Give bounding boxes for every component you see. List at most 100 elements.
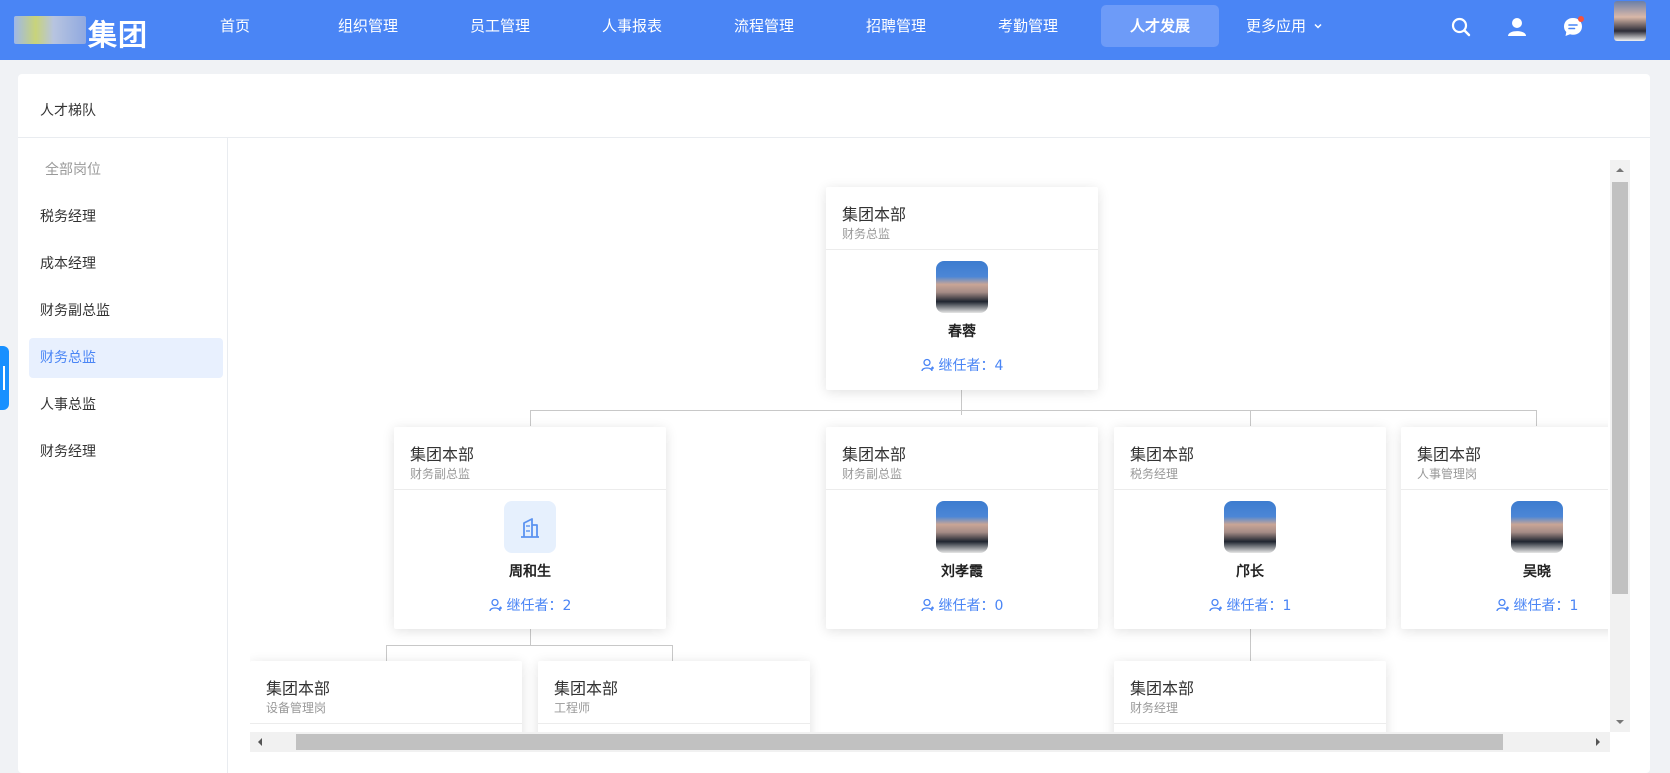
card-avatar [1224,501,1276,553]
sidebar-item-finance-manager[interactable]: 财务经理 [29,432,223,472]
building-icon [521,518,539,538]
card-dept: 集团本部 [266,679,331,698]
search-icon[interactable] [1450,16,1472,38]
successor-icon [1208,598,1222,612]
card-dept: 集团本部 [410,445,475,464]
card-post: 工程师 [554,701,591,715]
card-dept: 集团本部 [842,445,907,464]
org-card-engineer[interactable]: 集团本部 工程师 [538,661,810,732]
sidebar-item-finance-director[interactable]: 财务总监 [29,338,223,378]
successor-count[interactable]: 继任者：1 [1401,595,1608,615]
connector-line [1536,410,1537,426]
card-post: 财务经理 [1130,701,1179,715]
org-card-deputy-1[interactable]: 集团本部 财务副总监 周和生 继任者：2 [394,427,666,629]
card-name: 周和生 [509,564,551,580]
nav-org-management[interactable]: 组织管理 [328,0,408,52]
card-divider [1114,489,1386,490]
card-avatar [936,261,988,313]
successor-text: 继任者：1 [1226,598,1292,614]
card-post: 财务副总监 [410,467,471,481]
card-post: 财务副总监 [842,467,903,481]
card-avatar [504,501,556,553]
nav-more-apps-label: 更多应用 [1246,17,1307,35]
card-name: 刘孝霞 [941,564,983,580]
sidebar-item-deputy-finance-director[interactable]: 财务副总监 [29,291,223,331]
org-chart: 集团本部 财务总监 春蓉 继任者：4 集团本部 财务副总监 周和生 继任者：2 … [250,160,1608,732]
card-avatar [936,501,988,553]
card-divider [1114,723,1386,724]
logo[interactable]: 集团 [14,14,150,52]
nav-hr-reports[interactable]: 人事报表 [592,0,672,52]
successor-count[interactable]: 继任者：2 [394,595,666,615]
connector-line [530,629,531,645]
org-card-root[interactable]: 集团本部 财务总监 春蓉 继任者：4 [826,187,1098,390]
org-card-finance-manager[interactable]: 集团本部 财务经理 [1114,661,1386,732]
card-post: 税务经理 [1130,467,1179,481]
card-post: 人事管理岗 [1417,467,1478,481]
card-divider [250,723,522,724]
sidebar-collapse-handle[interactable] [0,346,9,410]
successor-count[interactable]: 继任者：1 [1114,595,1386,615]
avatar[interactable] [1614,1,1646,41]
card-dept: 集团本部 [1130,445,1195,464]
org-card-tax-manager[interactable]: 集团本部 税务经理 邝长 继任者：1 [1114,427,1386,629]
card-name: 春蓉 [948,324,976,340]
scroll-up-icon[interactable] [1610,160,1630,180]
logo-image [14,16,86,44]
card-dept: 集团本部 [842,205,907,224]
horizontal-scroll-thumb[interactable] [296,734,1503,750]
user-icon[interactable] [1506,16,1528,38]
scroll-right-icon[interactable] [1588,732,1608,752]
org-card-hr-post[interactable]: 集团本部 人事管理岗 吴晓 继任者：1 [1401,427,1608,629]
nav-home[interactable]: 首页 [200,0,270,52]
successor-text: 继任者：2 [506,598,572,614]
sidebar-item-all-positions[interactable]: 全部岗位 [29,150,223,190]
successor-count[interactable]: 继任者：4 [826,355,1098,375]
scroll-down-icon[interactable] [1610,712,1630,732]
card-divider [826,249,1098,250]
successor-text: 继任者：4 [938,358,1004,374]
connector-line [1250,629,1251,661]
horizontal-scrollbar[interactable] [250,732,1610,752]
header-divider [18,137,1650,138]
connector-line [386,645,387,661]
connector-line [530,410,1537,411]
successor-text: 继任者：1 [1513,598,1579,614]
successor-icon [920,358,934,372]
sidebar-item-tax-manager[interactable]: 税务经理 [29,197,223,237]
vertical-scrollbar[interactable] [1610,160,1630,732]
nav-attendance[interactable]: 考勤管理 [988,0,1068,52]
sidebar-item-cost-manager[interactable]: 成本经理 [29,244,223,284]
message-icon[interactable] [1562,16,1584,38]
logo-text: 集团 [88,18,149,52]
connector-line [530,410,531,426]
card-post: 设备管理岗 [266,701,327,715]
sidebar-item-hr-director[interactable]: 人事总监 [29,385,223,425]
successor-text: 继任者：0 [938,598,1004,614]
chevron-down-icon [1314,23,1322,29]
successor-icon [488,598,502,612]
org-card-equipment[interactable]: 集团本部 设备管理岗 [250,661,522,732]
org-card-deputy-2[interactable]: 集团本部 财务副总监 刘孝霞 继任者：0 [826,427,1098,629]
successor-count[interactable]: 继任者：0 [826,595,1098,615]
position-sidebar: 全部岗位 税务经理 成本经理 财务副总监 财务总监 人事总监 财务经理 [18,138,228,773]
card-name: 邝长 [1236,564,1264,580]
successor-icon [920,598,934,612]
nav-talent-development[interactable]: 人才发展 [1101,5,1219,47]
page-title: 人才梯队 [40,103,96,119]
nav-recruitment[interactable]: 招聘管理 [856,0,936,52]
successor-icon [1495,598,1509,612]
nav-more-apps[interactable]: 更多应用 [1246,0,1342,52]
nav-employee-management[interactable]: 员工管理 [460,0,540,52]
nav-process-management[interactable]: 流程管理 [724,0,804,52]
connector-line [672,645,673,661]
scroll-left-icon[interactable] [250,732,270,752]
card-divider [1401,489,1608,490]
card-divider [538,723,810,724]
card-divider [826,489,1098,490]
card-dept: 集团本部 [1417,445,1482,464]
card-dept: 集团本部 [1130,679,1195,698]
card-post: 财务总监 [842,227,891,241]
card-dept: 集团本部 [554,679,619,698]
vertical-scroll-thumb[interactable] [1612,182,1628,594]
